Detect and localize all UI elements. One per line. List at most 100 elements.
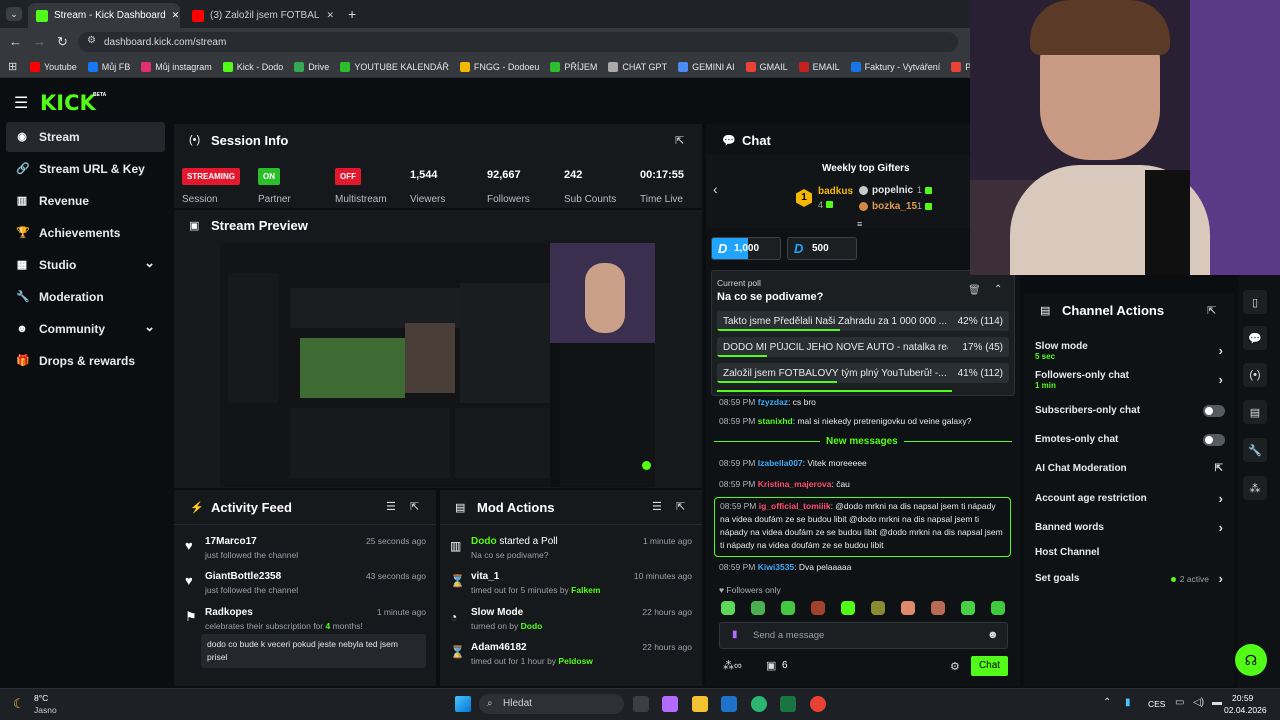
channel-action-banned-words[interactable]: Banned words ›: [1035, 520, 1225, 540]
language-indicator[interactable]: CES: [1148, 699, 1165, 709]
mod-by-user[interactable]: Dodo: [521, 621, 543, 631]
bookmark-item[interactable]: FNGG - Dodoeu: [459, 61, 539, 72]
chevron-right-icon[interactable]: ›: [1219, 520, 1223, 535]
toggle-switch[interactable]: [1203, 434, 1225, 446]
mic-icon[interactable]: ▮: [732, 629, 738, 640]
mod-by-user[interactable]: Falkem: [571, 585, 600, 595]
sidebar-item-stream[interactable]: ◉ Stream: [6, 122, 165, 152]
rail-actions-icon[interactable]: ▤: [1243, 400, 1267, 424]
mod-user[interactable]: vita_1: [471, 571, 499, 582]
activity-user[interactable]: GiantBottle2358: [205, 571, 281, 582]
mod-user[interactable]: Dodo: [471, 536, 497, 547]
bookmark-item[interactable]: EMAIL: [798, 61, 840, 72]
emote-icon[interactable]: [871, 601, 885, 615]
emote-icon[interactable]: [991, 601, 1005, 615]
expand-icon[interactable]: ≡: [857, 219, 862, 229]
goal-pill[interactable]: D 1,000: [711, 237, 781, 260]
outlook-icon[interactable]: [721, 696, 737, 712]
mod-user[interactable]: Adam46182: [471, 642, 527, 653]
emote-icon[interactable]: [931, 601, 945, 615]
activity-user[interactable]: 17Marco17: [205, 536, 257, 547]
popout-icon[interactable]: ⇱: [410, 500, 419, 513]
excel-icon[interactable]: [780, 696, 796, 712]
channel-action-ai-chat-moderation[interactable]: AI Chat Moderation ⇱: [1035, 463, 1225, 481]
channel-action-slow-mode[interactable]: Slow mode 5 sec ›: [1035, 341, 1225, 361]
bookmark-item[interactable]: PŘÍJEM: [550, 61, 597, 72]
emote-icon[interactable]: [811, 601, 825, 615]
emote-icon[interactable]: [901, 601, 915, 615]
chevron-right-icon[interactable]: ›: [1219, 343, 1223, 358]
poll-option[interactable]: Takto jsme Předělali Naši Zahradu za 1 0…: [717, 311, 1009, 331]
stream-video[interactable]: [220, 243, 655, 487]
rail-message-icon[interactable]: 💬: [1243, 326, 1267, 350]
start-icon[interactable]: [455, 696, 471, 712]
channel-action-followers-only-chat[interactable]: Followers-only chat 1 min ›: [1035, 370, 1225, 390]
chevron-right-icon[interactable]: ›: [1219, 491, 1223, 506]
popout-icon[interactable]: ⇱: [675, 134, 684, 147]
address-bar[interactable]: ⚙ dashboard.kick.com/stream: [78, 32, 958, 52]
sidebar-item-drops-rewards[interactable]: 🎁 Drops & rewards: [6, 346, 165, 376]
emote-icon[interactable]: [781, 601, 795, 615]
bookmark-item[interactable]: Faktury - Vytváření: [850, 61, 940, 72]
mod-by-user[interactable]: Peldosw: [558, 656, 592, 666]
emoji-icon[interactable]: ☻: [987, 629, 999, 641]
channel-action-set-goals[interactable]: Set goals › 2 active: [1035, 571, 1225, 591]
activity-user[interactable]: Radkopes: [205, 607, 253, 618]
support-icon[interactable]: ☊: [1235, 644, 1267, 676]
bookmark-item[interactable]: PNG to PDF: [951, 61, 970, 72]
new-tab-button[interactable]: +: [348, 6, 356, 22]
chat-username[interactable]: Kiwi3535: [758, 562, 794, 572]
close-icon[interactable]: ✕: [326, 10, 334, 21]
network-icon[interactable]: ▭: [1175, 697, 1184, 708]
channel-action-subscribers-only-chat[interactable]: Subscribers-only chat: [1035, 405, 1225, 423]
chevron-down-icon[interactable]: ⌄: [144, 319, 155, 335]
back-icon[interactable]: ←: [9, 34, 22, 49]
rail-broadcast-icon[interactable]: (•): [1243, 363, 1267, 387]
emote-icon[interactable]: [841, 601, 855, 615]
copilot-icon[interactable]: [662, 696, 678, 712]
task-view-icon[interactable]: [633, 696, 649, 712]
chevron-up-icon[interactable]: ⌃: [994, 284, 1002, 295]
external-link-icon[interactable]: ⇱: [1215, 463, 1223, 474]
channel-action-emotes-only-chat[interactable]: Emotes-only chat: [1035, 434, 1225, 452]
chat-username[interactable]: ig_official_tomiiik: [759, 501, 831, 511]
chevron-left-icon[interactable]: ‹: [713, 181, 718, 197]
popout-icon[interactable]: ⇱: [1207, 304, 1216, 317]
chat-username[interactable]: fzyzdaz: [758, 397, 788, 407]
bookmark-item[interactable]: Můj FB: [87, 61, 130, 72]
battery-icon[interactable]: ▬: [1212, 697, 1222, 708]
channel-action-account-age-restriction[interactable]: Account age restriction ›: [1035, 491, 1225, 511]
edge-icon[interactable]: [751, 696, 767, 712]
filter-icon[interactable]: ☰: [386, 500, 396, 513]
mod-user[interactable]: Slow Mode: [471, 607, 523, 618]
volume-icon[interactable]: ◁): [1193, 697, 1204, 708]
emote-icon[interactable]: [751, 601, 765, 615]
tab-youtube[interactable]: (3) Založil jsem FOTBALOVÝ tý ✕: [184, 3, 342, 28]
sidebar-item-stream-url-key[interactable]: 🔗 Stream URL & Key: [6, 154, 165, 184]
gifter-name[interactable]: popelnic: [872, 185, 913, 196]
bookmark-item[interactable]: YOUTUBE KALENDÁŘ: [340, 61, 449, 72]
sidebar-item-studio[interactable]: ▦ Studio ⌄: [6, 250, 165, 280]
chevron-right-icon[interactable]: ›: [1219, 372, 1223, 387]
sidebar-item-moderation[interactable]: 🔧 Moderation: [6, 282, 165, 312]
rail-users-icon[interactable]: ⁂: [1243, 476, 1267, 500]
sidebar-item-achievements[interactable]: 🏆 Achievements: [6, 218, 165, 248]
forward-icon[interactable]: →: [33, 34, 46, 49]
bookmark-item[interactable]: Drive: [294, 61, 329, 72]
site-info-icon[interactable]: ⚙: [87, 35, 96, 46]
chevron-right-icon[interactable]: ›: [1219, 571, 1223, 586]
emote-icon[interactable]: [961, 601, 975, 615]
chat-username[interactable]: Izabella007: [758, 458, 803, 468]
kick-logo[interactable]: KICK: [40, 91, 96, 115]
popout-icon[interactable]: ⇱: [676, 500, 685, 513]
gifter-name[interactable]: bozka_15: [872, 201, 917, 212]
bookmark-item[interactable]: GMAIL: [745, 61, 788, 72]
emote-icon[interactable]: [721, 601, 735, 615]
rail-chat-icon[interactable]: ▯: [1243, 290, 1267, 314]
tab-search-button[interactable]: ⌄: [6, 7, 22, 21]
sidebar-item-revenue[interactable]: ▥ Revenue: [6, 186, 165, 216]
toggle-switch[interactable]: [1203, 405, 1225, 417]
clock-time[interactable]: 20:59: [1232, 693, 1253, 703]
goal-pill[interactable]: D 500: [787, 237, 857, 260]
poll-option[interactable]: DODO MI PŮJCIL JEHO NOVÉ AUTO - natalka …: [717, 337, 1009, 357]
